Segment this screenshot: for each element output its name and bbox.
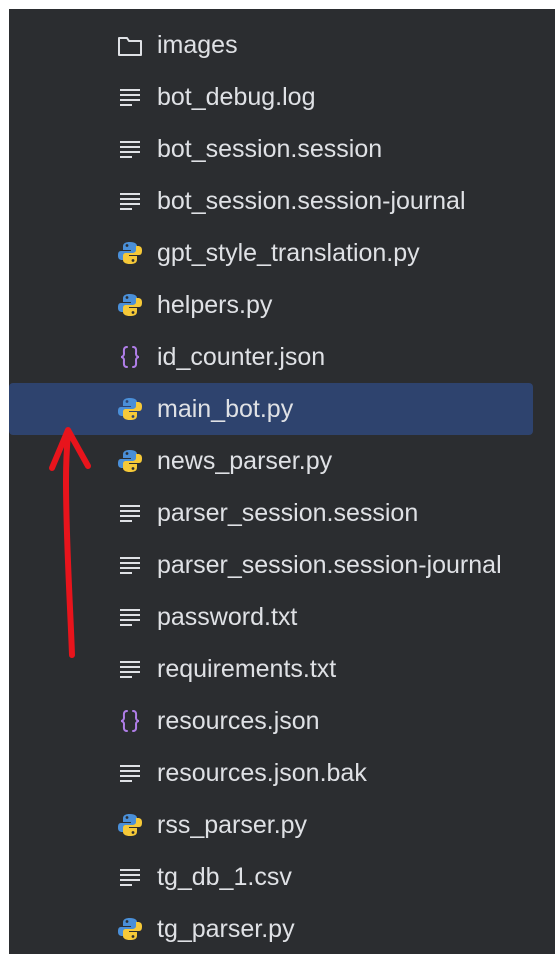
python-file-icon <box>117 396 143 422</box>
tree-item-gpt-style-translation-py[interactable]: gpt_style_translation.py <box>9 227 555 279</box>
tree-item-id-counter-json[interactable]: id_counter.json <box>9 331 555 383</box>
python-file-icon <box>117 812 143 838</box>
tree-item-tg-db-1-csv[interactable]: tg_db_1.csv <box>9 851 555 903</box>
tree-item-resources-json[interactable]: resources.json <box>9 695 555 747</box>
folder-icon <box>117 32 143 58</box>
tree-item-label: resources.json.bak <box>157 759 367 787</box>
tree-item-label: main_bot.py <box>157 395 294 423</box>
tree-item-label: images <box>157 31 238 59</box>
tree-item-label: bot_session.session <box>157 135 383 163</box>
tree-item-label: bot_session.session-journal <box>157 187 466 215</box>
tree-item-label: resources.json <box>157 707 320 735</box>
tree-item-label: requirements.txt <box>157 655 337 683</box>
tree-item-requirements-txt[interactable]: requirements.txt <box>9 643 555 695</box>
tree-item-tg-parser-py[interactable]: tg_parser.py <box>9 903 555 954</box>
text-file-icon <box>117 136 143 162</box>
tree-item-label: helpers.py <box>157 291 273 319</box>
tree-item-label: parser_session.session <box>157 499 419 527</box>
tree-item-label: rss_parser.py <box>157 811 308 839</box>
tree-item-bot-session-journal[interactable]: bot_session.session-journal <box>9 175 555 227</box>
text-file-icon <box>117 760 143 786</box>
tree-item-label: parser_session.session-journal <box>157 551 502 579</box>
tree-item-password-txt[interactable]: password.txt <box>9 591 555 643</box>
tree-item-label: tg_db_1.csv <box>157 863 292 891</box>
tree-item-label: id_counter.json <box>157 343 326 371</box>
project-file-tree: images bot_debug.log bot_session.session… <box>9 9 555 954</box>
python-file-icon <box>117 448 143 474</box>
tree-item-resources-json-bak[interactable]: resources.json.bak <box>9 747 555 799</box>
text-file-icon <box>117 84 143 110</box>
tree-item-label: password.txt <box>157 603 298 631</box>
tree-item-label: gpt_style_translation.py <box>157 239 420 267</box>
text-file-icon <box>117 552 143 578</box>
text-file-icon <box>117 188 143 214</box>
python-file-icon <box>117 240 143 266</box>
tree-item-label: news_parser.py <box>157 447 333 475</box>
tree-item-main-bot-py[interactable]: main_bot.py <box>9 383 533 435</box>
tree-item-helpers-py[interactable]: helpers.py <box>9 279 555 331</box>
text-file-icon <box>117 864 143 890</box>
python-file-icon <box>117 292 143 318</box>
python-file-icon <box>117 916 143 942</box>
tree-item-label: tg_parser.py <box>157 915 295 943</box>
tree-item-images[interactable]: images <box>9 19 555 71</box>
tree-item-parser-session-session[interactable]: parser_session.session <box>9 487 555 539</box>
text-file-icon <box>117 656 143 682</box>
tree-item-bot-session-session[interactable]: bot_session.session <box>9 123 555 175</box>
text-file-icon <box>117 500 143 526</box>
tree-item-rss-parser-py[interactable]: rss_parser.py <box>9 799 555 851</box>
tree-item-parser-session-journal[interactable]: parser_session.session-journal <box>9 539 555 591</box>
text-file-icon <box>117 604 143 630</box>
tree-item-label: bot_debug.log <box>157 83 316 111</box>
json-file-icon <box>117 344 143 370</box>
json-file-icon <box>117 708 143 734</box>
tree-item-news-parser-py[interactable]: news_parser.py <box>9 435 555 487</box>
tree-item-bot-debug-log[interactable]: bot_debug.log <box>9 71 555 123</box>
